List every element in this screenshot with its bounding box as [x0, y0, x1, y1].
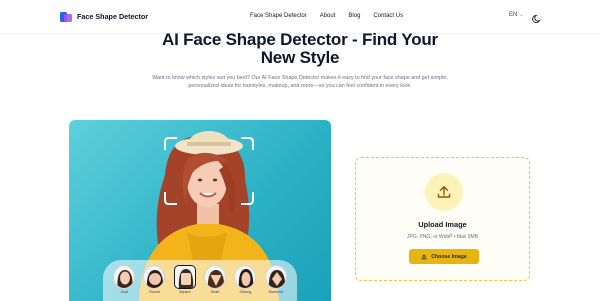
upload-icon	[425, 173, 463, 211]
main-nav: Face Shape Detector About Blog Contact U…	[250, 13, 403, 19]
upload-title: Upload Image	[418, 220, 467, 229]
thumbnail-round[interactable]: Round	[142, 265, 166, 294]
face-thumbnail-image	[264, 265, 287, 289]
thumbnail-label: Square	[179, 290, 191, 294]
thumbnail-label: Round	[149, 290, 160, 294]
thumbnail-label: Diamond	[268, 290, 283, 294]
thumbnail-label: Heart	[210, 290, 220, 294]
face-thumbnail-image	[143, 265, 166, 289]
hero-description: Want to know which styles suit you best?…	[152, 75, 448, 90]
choose-image-label: Choose Image	[431, 253, 467, 260]
page-title-line-1: AI Face Shape Detector - Find Your	[162, 30, 438, 49]
thumbnail-oval[interactable]: Oval	[112, 265, 136, 294]
nav-link-contact-us[interactable]: Contact Us	[373, 13, 403, 19]
face-thumbnail-image	[113, 265, 136, 289]
nav-link-about[interactable]: About	[320, 13, 336, 19]
brand[interactable]: Face Shape Detector	[60, 10, 148, 22]
face-shape-thumbnails: Oval Round Square Heart Oblong Diamond	[103, 260, 297, 301]
brand-logo-icon	[60, 10, 72, 22]
upload-small-icon	[421, 253, 427, 259]
upload-dropzone[interactable]: Upload Image JPG, PNG, or WebP • Max 5MB…	[355, 157, 530, 281]
thumbnail-label: Oval	[120, 290, 128, 294]
page-title-line-2: New Style	[260, 48, 340, 67]
thumbnail-oblong[interactable]: Oblong	[233, 265, 257, 294]
chevron-down-icon: ⌄	[519, 12, 524, 18]
thumbnail-diamond[interactable]: Diamond	[264, 265, 288, 294]
nav-link-face-shape-detector[interactable]: Face Shape Detector	[250, 13, 307, 19]
face-thumbnail-image	[234, 265, 257, 289]
upload-file-requirements: JPG, PNG, or WebP • Max 5MB	[406, 234, 479, 240]
choose-image-button[interactable]: Choose Image	[409, 249, 479, 264]
top-navigation-bar: Face Shape Detector Face Shape Detector …	[0, 0, 600, 34]
face-thumbnail-image	[204, 265, 227, 289]
brand-name: Face Shape Detector	[77, 11, 149, 21]
language-selector[interactable]: EN ⌄	[509, 12, 524, 18]
face-thumbnail-image	[173, 265, 196, 289]
language-label: EN	[509, 12, 518, 18]
page-title: AI Face Shape Detector - Find Your New S…	[0, 31, 600, 67]
face-scan-preview: Oval Round Square Heart Oblong Diamond	[69, 120, 331, 301]
thumbnail-square[interactable]: Square	[173, 265, 197, 294]
thumbnail-heart[interactable]: Heart	[203, 265, 227, 294]
nav-link-blog[interactable]: Blog	[348, 13, 360, 19]
thumbnail-label: Oblong	[239, 290, 252, 294]
moon-icon[interactable]	[532, 11, 542, 24]
